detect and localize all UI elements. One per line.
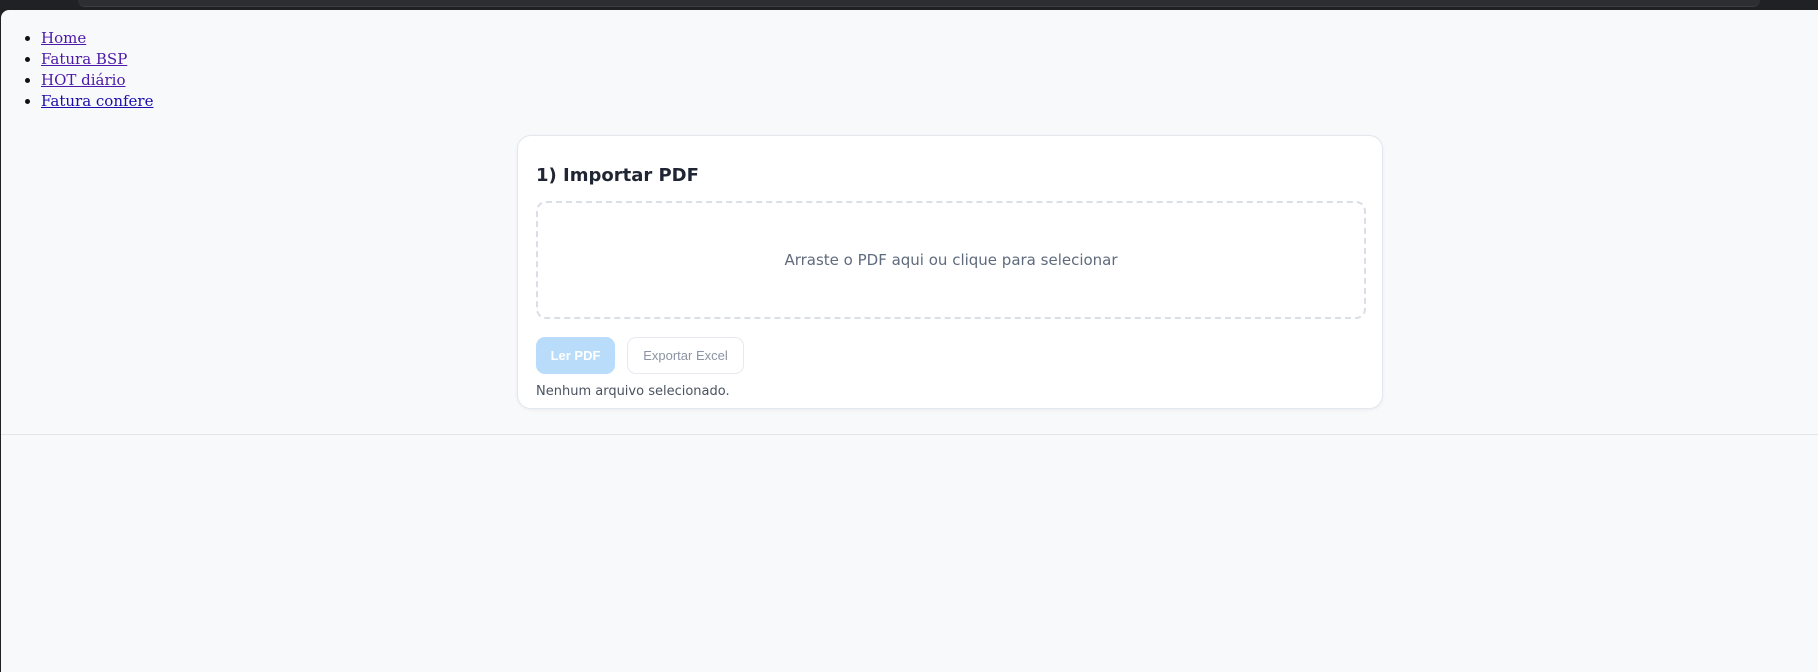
nav-link-fatura-bsp[interactable]: Fatura BSP <box>41 50 127 68</box>
nav-link-home[interactable]: Home <box>41 29 86 47</box>
export-excel-button[interactable]: Exportar Excel <box>627 337 744 374</box>
file-status-text: Nenhum arquivo selecionado. <box>536 384 730 399</box>
nav-item-fatura-bsp: Fatura BSP <box>41 49 153 70</box>
section-divider <box>1 434 1818 435</box>
card-title: 1) Importar PDF <box>536 165 699 186</box>
nav-item-hot-diario: HOT diário <box>41 70 153 91</box>
browser-toolbar <box>78 0 1760 7</box>
dropzone-text: Arraste o PDF aqui ou clique para seleci… <box>784 251 1118 269</box>
pdf-dropzone[interactable]: Arraste o PDF aqui ou clique para seleci… <box>536 201 1366 319</box>
read-pdf-button[interactable]: Ler PDF <box>536 337 615 374</box>
nav-item-home: Home <box>41 28 153 49</box>
page: Home Fatura BSP HOT diário Fatura confer… <box>1 10 1818 672</box>
import-pdf-card: 1) Importar PDF Arraste o PDF aqui ou cl… <box>517 135 1383 409</box>
nav-link-hot-diario[interactable]: HOT diário <box>41 71 126 89</box>
nav-item-fatura-confere: Fatura confere <box>41 91 153 112</box>
nav-link-fatura-confere[interactable]: Fatura confere <box>41 92 153 110</box>
nav-list: Home Fatura BSP HOT diário Fatura confer… <box>1 28 153 112</box>
